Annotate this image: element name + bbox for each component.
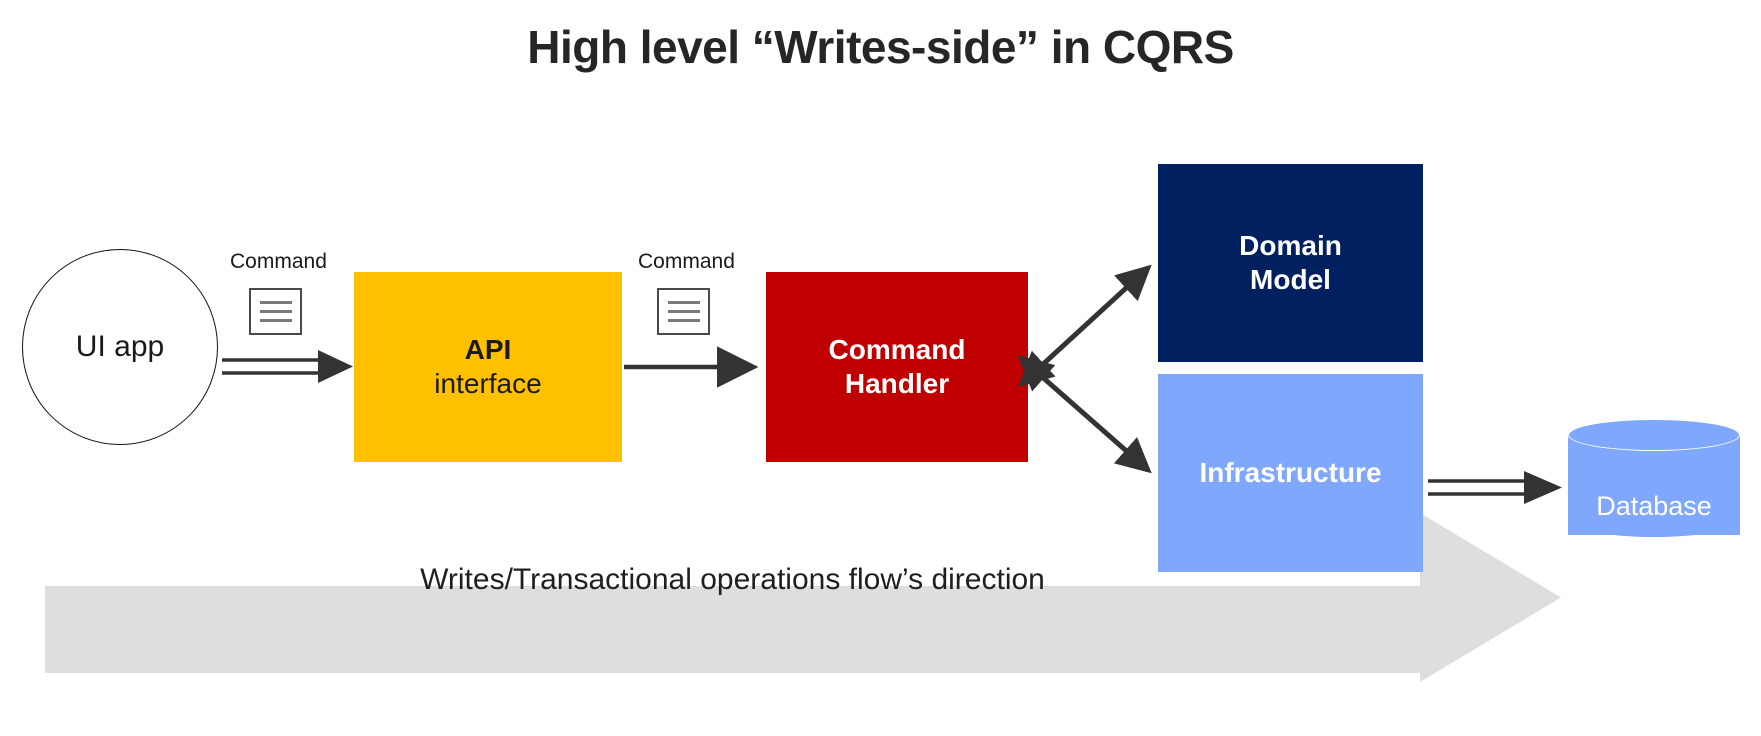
ui-app-label: UI app — [75, 330, 165, 363]
command-label-1: Command — [230, 250, 327, 273]
arrow-command-handler-domain-model — [1017, 264, 1152, 388]
doc-line — [667, 301, 700, 304]
infrastructure-node[interactable]: Infrastructure — [1158, 374, 1423, 572]
diagram-canvas: High level “Writes-side” in CQRS Writes/… — [0, 0, 1761, 736]
arrow-infrastructure-to-database — [1428, 471, 1562, 504]
command-handler-line1: Command — [828, 333, 966, 365]
database-node[interactable]: Database — [1568, 419, 1740, 551]
command-handler-line2: Handler — [844, 368, 950, 399]
doc-line — [259, 310, 292, 313]
doc-line — [667, 310, 700, 313]
page-title: High level “Writes-side” in CQRS — [527, 21, 1234, 73]
infrastructure-label: Infrastructure — [1199, 456, 1382, 488]
domain-model-node[interactable]: Domain Model — [1158, 164, 1423, 362]
domain-model-line2: Model — [1250, 264, 1331, 295]
database-cylinder-top — [1568, 419, 1740, 451]
doc-line — [667, 319, 700, 322]
domain-model-line1: Domain — [1239, 229, 1342, 261]
api-interface-node[interactable]: API interface — [354, 272, 622, 462]
api-subtitle: interface — [434, 368, 542, 399]
ui-app-node[interactable]: UI app — [22, 249, 218, 445]
doc-line — [259, 301, 292, 304]
command-label-2: Command — [638, 250, 735, 273]
arrow-command-handler-infrastructure — [1017, 355, 1152, 474]
database-label: Database — [1596, 491, 1712, 521]
command-document-icon-1 — [249, 288, 302, 335]
doc-line — [259, 319, 292, 322]
api-title: API — [464, 333, 512, 365]
command-handler-node[interactable]: Command Handler — [766, 272, 1028, 462]
command-document-icon-2 — [657, 288, 710, 335]
arrow-uiapp-to-api — [222, 350, 353, 383]
